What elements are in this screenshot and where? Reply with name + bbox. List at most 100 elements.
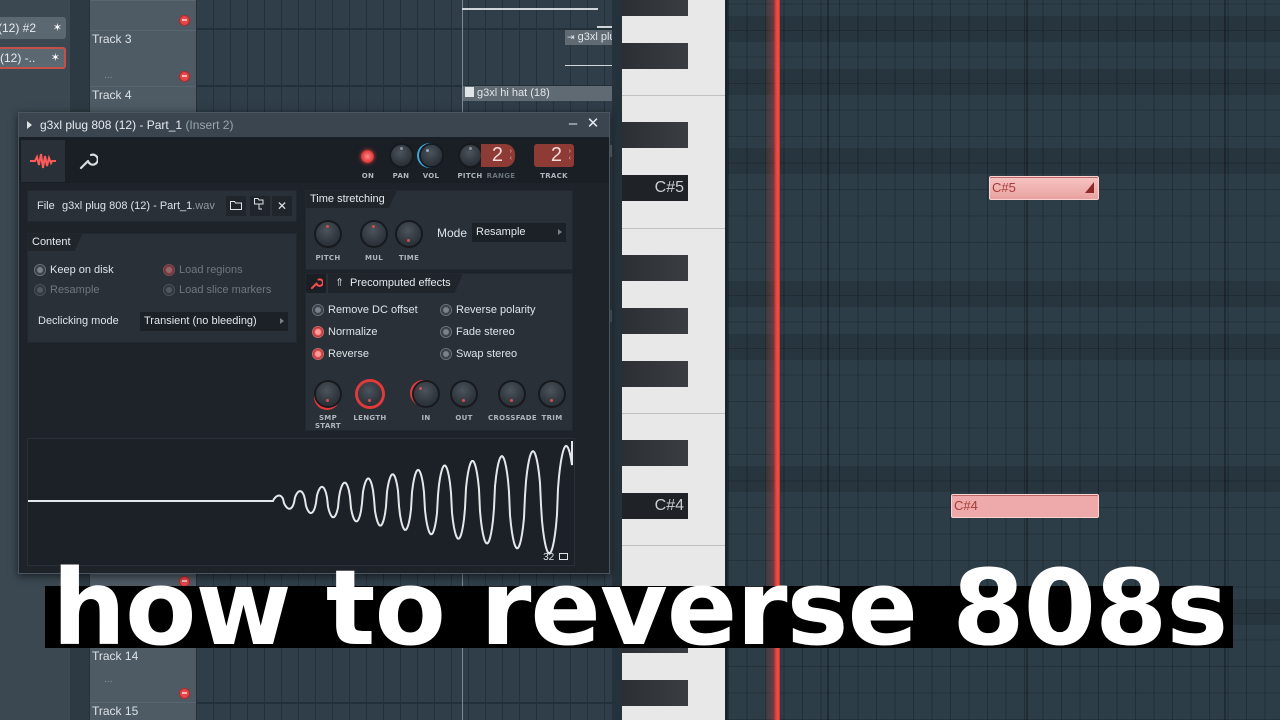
open-file-button[interactable]	[226, 196, 246, 216]
checkbox-icon	[440, 348, 452, 360]
checkbox-icon	[440, 304, 452, 316]
browse-file-button[interactable]	[250, 196, 270, 216]
volume-knob[interactable]	[421, 145, 442, 166]
key-separator	[622, 228, 725, 229]
reverse-option[interactable]: Reverse	[312, 348, 369, 360]
option-label: Resample	[50, 284, 100, 296]
reverse-polarity-option[interactable]: Reverse polarity	[440, 304, 535, 316]
normalize-option[interactable]: Normalize	[312, 326, 378, 338]
pitch-range-display[interactable]: 2 › ‹	[481, 144, 515, 167]
info-icon[interactable]: ⇑	[335, 276, 344, 289]
channel-button-selected[interactable]: (12) -.. ✶	[0, 47, 66, 69]
key-label-cs4[interactable]: C#4	[622, 493, 688, 519]
precomputed-effects-panel: Precomputed effects ⇑ Remove DC offset N…	[305, 273, 573, 431]
record-icon[interactable]	[179, 15, 190, 26]
wrench-icon	[310, 278, 323, 290]
load-regions-option[interactable]: Load regions	[163, 264, 243, 276]
radio-icon	[163, 284, 175, 296]
channel-on-toggle[interactable]	[361, 150, 374, 163]
stretch-pitch-knob[interactable]	[316, 222, 340, 246]
fade-stereo-option[interactable]: Fade stereo	[440, 326, 515, 338]
track-more[interactable]: ...	[104, 675, 113, 685]
track-header-15[interactable]: Track 15	[90, 702, 196, 720]
track-divider	[196, 702, 612, 704]
effects-wrench-button[interactable]	[306, 274, 326, 293]
track-header-3[interactable]: Track 3 ...	[90, 30, 196, 86]
clip-label: g3xl hi hat (18)	[477, 87, 550, 99]
sample-start-knob[interactable]	[316, 382, 340, 406]
black-key[interactable]	[622, 308, 688, 334]
note-label: C#4	[954, 498, 978, 513]
stretch-time-knob[interactable]	[397, 222, 421, 246]
black-key[interactable]	[622, 680, 688, 706]
black-key[interactable]	[622, 255, 688, 281]
channel-button-label: (12) -..	[0, 51, 36, 65]
black-key[interactable]	[622, 122, 688, 148]
window-title-bar[interactable]: g3xl plug 808 (12) - Part_1 (Insert 2) –…	[19, 113, 609, 137]
track-display[interactable]: 2 › ‹	[534, 144, 574, 167]
automation-line	[462, 8, 598, 10]
settings-tab[interactable]	[73, 140, 103, 182]
option-label: Reverse polarity	[456, 304, 536, 316]
stretch-mul-knob[interactable]	[362, 222, 386, 246]
chevron-right-icon	[558, 229, 562, 235]
grid-row-dark	[728, 16, 1280, 42]
remove-dc-offset-option[interactable]: Remove DC offset	[312, 304, 418, 316]
resample-option[interactable]: Resample	[34, 284, 100, 296]
fade-in-knob[interactable]	[414, 382, 438, 406]
black-key[interactable]	[622, 43, 688, 69]
trim-knob[interactable]	[540, 382, 564, 406]
black-key[interactable]	[622, 440, 688, 466]
channel-button-label: (12) #2	[0, 21, 37, 35]
record-icon[interactable]	[179, 71, 190, 82]
pan-knob[interactable]	[391, 145, 412, 166]
clip-label: g3xl plu	[577, 31, 612, 43]
close-button[interactable]: ✕	[585, 113, 601, 135]
folder-icon	[230, 201, 242, 210]
track-name: Track 15	[92, 704, 139, 718]
minimize-button[interactable]: –	[565, 113, 581, 135]
knob-label: CROSSFADE	[488, 414, 537, 422]
note-cs4[interactable]: C#4	[951, 494, 1099, 518]
length-knob[interactable]	[358, 382, 382, 406]
channel-settings-window[interactable]: g3xl plug 808 (12) - Part_1 (Insert 2) –…	[18, 112, 610, 574]
chevron-right-icon	[280, 318, 284, 324]
wrench-icon	[79, 153, 98, 170]
note-cs5[interactable]: C#5	[989, 176, 1099, 200]
audio-clip[interactable]: ⇥ g3xl plu	[565, 30, 612, 45]
black-key[interactable]	[622, 361, 688, 387]
video-title: how to reverse 808s	[52, 547, 1228, 669]
stretch-mode-dropdown[interactable]: Resample	[472, 223, 566, 242]
wave-tab[interactable]	[21, 140, 65, 182]
option-label: Reverse	[328, 348, 369, 360]
radio-icon	[163, 264, 175, 276]
option-label: Load regions	[179, 264, 243, 276]
checkbox-icon	[312, 348, 324, 360]
option-label: Normalize	[328, 326, 378, 338]
declicking-mode-dropdown[interactable]: Transient (no bleeding)	[140, 312, 288, 331]
black-key[interactable]	[622, 0, 688, 16]
vol-label: VOL	[422, 172, 440, 180]
swap-stereo-option[interactable]: Swap stereo	[440, 348, 517, 360]
pitch-label: PITCH	[457, 172, 483, 180]
keep-on-disk-option[interactable]: Keep on disk	[34, 264, 114, 276]
clear-file-button[interactable]: ✕	[272, 196, 292, 216]
channel-button[interactable]: (12) #2 ✶	[0, 17, 66, 39]
load-slice-markers-option[interactable]: Load slice markers	[163, 284, 271, 296]
knob-label: PITCH	[315, 254, 341, 262]
record-icon[interactable]	[179, 688, 190, 699]
crossfade-knob[interactable]	[500, 382, 524, 406]
file-extension: .wav	[192, 200, 215, 212]
track-header[interactable]	[90, 0, 196, 30]
track-more[interactable]: ...	[104, 71, 113, 81]
track-name: Track 3	[92, 32, 132, 46]
close-icon: ✕	[276, 199, 288, 213]
key-label-cs5[interactable]: C#5	[622, 175, 688, 201]
pitch-knob[interactable]	[460, 145, 481, 166]
key-separator	[622, 95, 725, 96]
window-menu-icon[interactable]	[27, 121, 32, 129]
option-label: Load slice markers	[179, 284, 272, 296]
pattern-clip[interactable]: g3xl hi hat (18)	[463, 86, 612, 101]
knob-label: SMP START	[314, 414, 342, 430]
fade-out-knob[interactable]	[452, 382, 476, 406]
